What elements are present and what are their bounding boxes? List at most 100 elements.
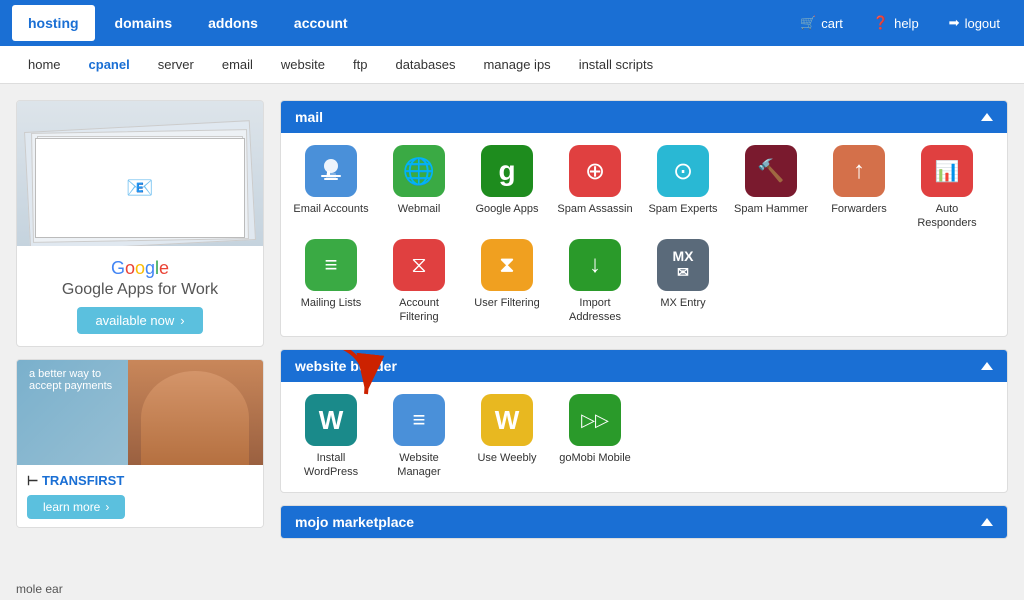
- website-builder-title: website builder: [295, 358, 397, 374]
- nav-install-scripts[interactable]: install scripts: [567, 49, 665, 80]
- auto-responders-item[interactable]: 📊 Auto Responders: [907, 145, 987, 231]
- nav-home[interactable]: home: [16, 49, 73, 80]
- spam-experts-label: Spam Experts: [648, 202, 717, 216]
- webmail-label: Webmail: [398, 202, 441, 216]
- gomobi-mobile-item[interactable]: ▷▷ goMobi Mobile: [555, 394, 635, 480]
- sidebar: 📧 Google Google Apps for Work available …: [16, 100, 264, 584]
- nav-manage-ips[interactable]: manage ips: [471, 49, 562, 80]
- mx-entry-label: MX Entry: [660, 296, 705, 310]
- use-weebly-icon: W: [481, 394, 533, 446]
- mail-section: mail: [280, 100, 1008, 337]
- payments-card: a better way to accept payments ⊢ TRANSF…: [16, 359, 264, 528]
- auto-responders-label: Auto Responders: [907, 202, 987, 231]
- website-manager-item[interactable]: ≡ Website Manager: [379, 394, 459, 480]
- nav-cpanel[interactable]: cpanel: [77, 49, 142, 80]
- help-label: help: [894, 16, 919, 31]
- mojo-section-header: mojo marketplace: [281, 506, 1007, 538]
- email-accounts-item[interactable]: Email Accounts: [291, 145, 371, 231]
- mojo-section-title: mojo marketplace: [295, 514, 414, 530]
- google-apps-item[interactable]: g Google Apps: [467, 145, 547, 231]
- paper-stack-decoration: 📧: [17, 101, 263, 246]
- mojo-collapse-icon[interactable]: [981, 518, 993, 526]
- forwarders-item[interactable]: ↑ Forwarders: [819, 145, 899, 231]
- cart-button[interactable]: 🛒 cart: [788, 7, 855, 39]
- top-nav-right: 🛒 cart ❓ help ➡ logout: [788, 7, 1012, 39]
- webmail-item[interactable]: 🌐 Webmail: [379, 145, 459, 231]
- learn-more-label: learn more: [43, 500, 100, 514]
- cart-icon: 🛒: [800, 15, 816, 31]
- spam-experts-item[interactable]: ⊙ Spam Experts: [643, 145, 723, 231]
- google-apps-label: Google Apps: [476, 202, 539, 216]
- nav-website[interactable]: website: [269, 49, 337, 80]
- email-accounts-label: Email Accounts: [293, 202, 368, 216]
- mailing-lists-item[interactable]: ≡ Mailing Lists: [291, 239, 371, 325]
- available-now-label: available now: [95, 313, 174, 328]
- payments-card-title: a better way to accept payments: [29, 368, 128, 392]
- website-builder-collapse-icon[interactable]: [981, 362, 993, 370]
- mail-section-title: mail: [295, 109, 323, 125]
- nav-domains[interactable]: domains: [99, 5, 189, 41]
- logout-button[interactable]: ➡ logout: [937, 7, 1012, 39]
- email-accounts-icon: [305, 145, 357, 197]
- spam-assassin-label: Spam Assassin: [557, 202, 632, 216]
- spam-hammer-icon: 🔨: [745, 145, 797, 197]
- google-apps-image: 📧: [17, 101, 263, 246]
- website-manager-icon: ≡: [393, 394, 445, 446]
- import-addresses-icon: ↓: [569, 239, 621, 291]
- website-builder-icons-grid: W Install WordPress ≡ Website Ma: [281, 382, 1007, 492]
- transfirst-logo: ⊢ TRANSFIRST: [27, 473, 253, 489]
- import-addresses-item[interactable]: ↓ Import Addresses: [555, 239, 635, 325]
- google-apps-card: 📧 Google Google Apps for Work available …: [16, 100, 264, 347]
- mail-collapse-icon[interactable]: [981, 113, 993, 121]
- cart-label: cart: [821, 16, 843, 31]
- use-weebly-item[interactable]: W Use Weebly: [467, 394, 547, 480]
- gomobi-mobile-icon: ▷▷: [569, 394, 621, 446]
- account-filtering-label: Account Filtering: [379, 296, 459, 325]
- spam-assassin-item[interactable]: ⊕ Spam Assassin: [555, 145, 635, 231]
- nav-databases[interactable]: databases: [383, 49, 467, 80]
- install-wordpress-item[interactable]: W Install WordPress: [291, 394, 371, 480]
- payments-image: a better way to accept payments: [17, 360, 263, 465]
- mx-entry-item[interactable]: MX✉ MX Entry: [643, 239, 723, 325]
- import-addresses-label: Import Addresses: [555, 296, 635, 325]
- webmail-icon: 🌐: [393, 145, 445, 197]
- nav-email[interactable]: email: [210, 49, 265, 80]
- user-filtering-item[interactable]: ⧗ User Filtering: [467, 239, 547, 325]
- google-card-content: Google Google Apps for Work available no…: [17, 246, 263, 346]
- logout-icon: ➡: [949, 15, 960, 31]
- account-filtering-item[interactable]: ⧖ Account Filtering: [379, 239, 459, 325]
- nav-account[interactable]: account: [278, 5, 364, 41]
- spam-hammer-item[interactable]: 🔨 Spam Hammer: [731, 145, 811, 231]
- spam-assassin-icon: ⊕: [569, 145, 621, 197]
- help-button[interactable]: ❓ help: [861, 7, 931, 39]
- google-apps-icon: g: [481, 145, 533, 197]
- forwarders-label: Forwarders: [831, 202, 887, 216]
- website-manager-label: Website Manager: [379, 451, 459, 480]
- spam-hammer-label: Spam Hammer: [734, 202, 808, 216]
- spam-experts-icon: ⊙: [657, 145, 709, 197]
- user-filtering-icon: ⧗: [481, 239, 533, 291]
- install-wordpress-label: Install WordPress: [291, 451, 371, 480]
- nav-hosting[interactable]: hosting: [12, 5, 95, 41]
- mail-section-header: mail: [281, 101, 1007, 133]
- learn-more-arrow: ›: [105, 500, 109, 514]
- mojo-section: mojo marketplace: [280, 505, 1008, 539]
- bottom-bar: mole ear: [0, 578, 79, 600]
- nav-ftp[interactable]: ftp: [341, 49, 379, 80]
- top-navigation: hosting domains addons account 🛒 cart ❓ …: [0, 0, 1024, 46]
- help-icon: ❓: [873, 15, 889, 31]
- logout-label: logout: [965, 16, 1000, 31]
- learn-more-button[interactable]: learn more ›: [27, 495, 125, 519]
- bottom-text: mole ear: [16, 582, 63, 596]
- forwarders-icon: ↑: [833, 145, 885, 197]
- nav-addons[interactable]: addons: [192, 5, 274, 41]
- website-builder-header: website builder: [281, 350, 1007, 382]
- use-weebly-label: Use Weebly: [477, 451, 536, 465]
- available-now-arrow: ›: [180, 313, 184, 328]
- account-filtering-icon: ⧖: [393, 239, 445, 291]
- nav-server[interactable]: server: [146, 49, 206, 80]
- user-filtering-label: User Filtering: [474, 296, 539, 310]
- right-content: mail: [280, 100, 1008, 584]
- install-wordpress-icon: W: [305, 394, 357, 446]
- available-now-button[interactable]: available now ›: [77, 307, 202, 334]
